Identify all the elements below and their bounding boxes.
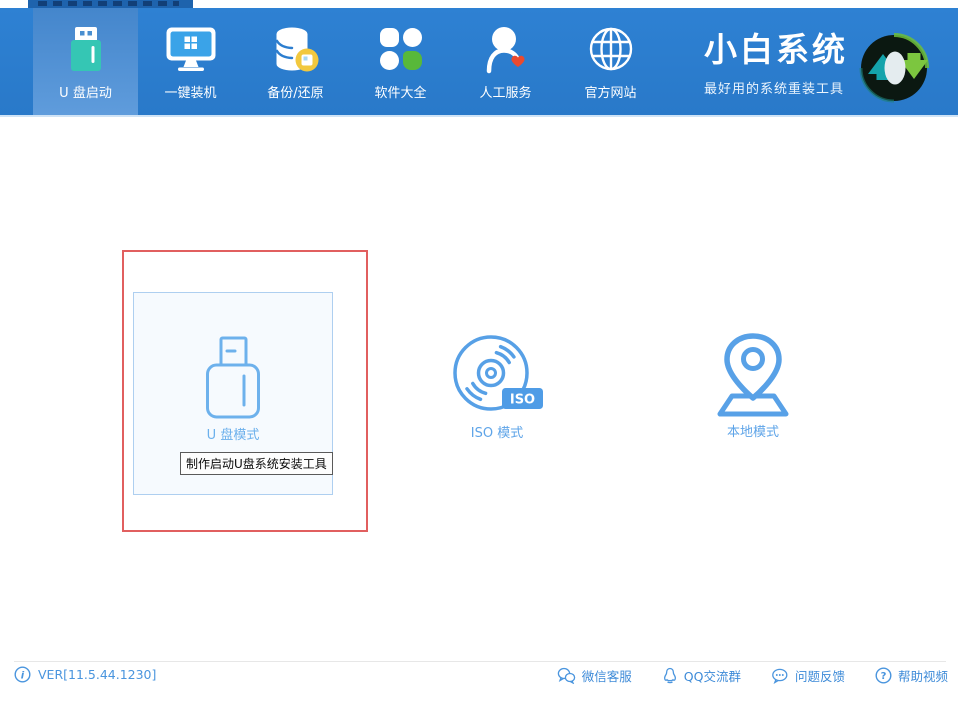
local-mode-item[interactable]: 本地模式 <box>706 332 800 442</box>
footer-link-label: 问题反馈 <box>795 666 845 685</box>
iso-mode-label: ISO 模式 <box>437 422 557 441</box>
usb-mode-label: U 盘模式 <box>134 424 332 443</box>
app-window: U 盘启动 一键装机 <box>0 0 958 711</box>
svg-text:?: ? <box>881 671 887 682</box>
footer-link-label: QQ交流群 <box>684 666 741 685</box>
nav-item-manual-service[interactable]: 人工服务 <box>453 8 558 115</box>
feedback-bubble-icon <box>771 668 789 684</box>
brand-block: 小白系统 最好用的系统重装工具 <box>704 23 848 97</box>
sync-arrows-logo-icon <box>856 26 932 106</box>
titlebar-text-marks <box>38 1 179 6</box>
wechat-icon <box>557 667 576 684</box>
nav-label: U 盘启动 <box>59 82 112 101</box>
person-service-icon <box>482 23 530 75</box>
apps-grid-icon <box>378 23 424 75</box>
nav-label: 人工服务 <box>479 82 531 101</box>
usb-mode-tooltip: 制作启动U盘系统安装工具 <box>180 452 333 475</box>
version-text: VER[11.5.44.1230] <box>38 667 156 682</box>
wechat-support-link[interactable]: 微信客服 <box>557 666 632 685</box>
footer-link-label: 帮助视频 <box>898 666 948 685</box>
titlebar-remnant <box>28 0 193 8</box>
local-mode-label: 本地模式 <box>693 421 813 440</box>
qq-group-link[interactable]: QQ交流群 <box>662 666 741 685</box>
globe-icon <box>588 23 634 75</box>
footer-divider <box>14 661 946 662</box>
help-circle-icon: ? <box>875 667 892 684</box>
nav-label: 一键装机 <box>164 82 216 101</box>
info-icon: i <box>14 666 31 683</box>
nav-item-one-click-install[interactable]: 一键装机 <box>138 8 243 115</box>
nav-item-backup-restore[interactable]: 备份/还原 <box>243 8 348 115</box>
feedback-link[interactable]: 问题反馈 <box>771 666 845 685</box>
footer-link-label: 微信客服 <box>582 666 632 685</box>
usb-mode-icon <box>203 335 263 421</box>
qq-icon <box>662 667 678 684</box>
nav-label: 备份/还原 <box>267 82 323 101</box>
brand-title: 小白系统 <box>704 23 848 71</box>
database-backup-icon <box>271 23 321 75</box>
nav-item-software-collection[interactable]: 软件大全 <box>348 8 453 115</box>
nav-label: 官方网站 <box>584 82 636 101</box>
iso-mode-item[interactable]: ISO ISO 模式 <box>447 331 547 441</box>
nav-label: 软件大全 <box>374 82 426 101</box>
nav-item-official-website[interactable]: 官方网站 <box>558 8 663 115</box>
iso-badge: ISO <box>510 393 535 408</box>
monitor-icon <box>165 23 217 75</box>
brand-tagline: 最好用的系统重装工具 <box>704 78 848 97</box>
footer-links: 微信客服 QQ交流群 问题反馈 ? 帮助视频 <box>557 666 948 685</box>
iso-disc-icon: ISO <box>447 331 547 423</box>
svg-text:i: i <box>21 671 25 682</box>
header-nav: U 盘启动 一键装机 <box>0 8 958 117</box>
help-video-link[interactable]: ? 帮助视频 <box>875 666 948 685</box>
nav-item-usb-boot[interactable]: U 盘启动 <box>33 8 138 115</box>
location-pin-icon <box>706 332 800 422</box>
usb-drive-icon <box>64 23 108 75</box>
version-info[interactable]: i VER[11.5.44.1230] <box>14 666 156 683</box>
